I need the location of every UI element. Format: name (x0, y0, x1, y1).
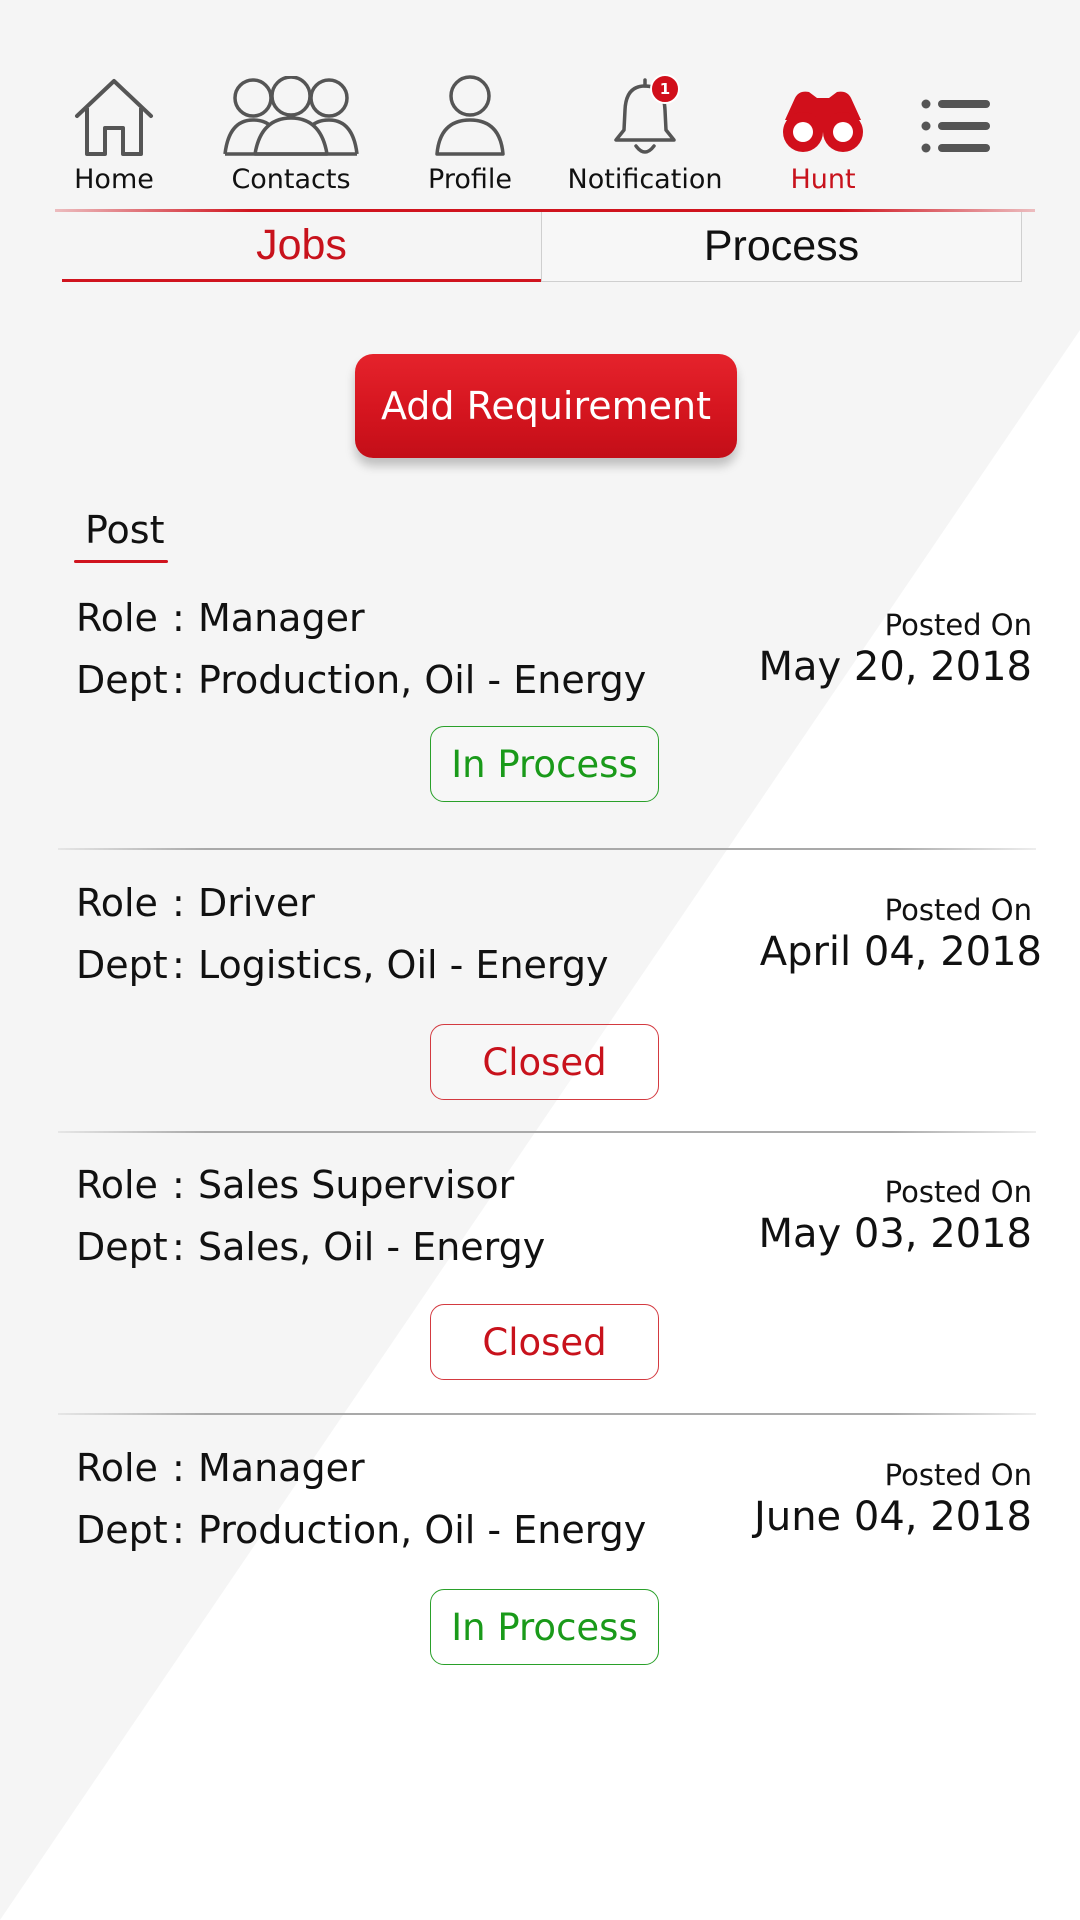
job-role: Driver (198, 881, 315, 925)
posted-date: June 04, 2018 (754, 1494, 1032, 1540)
dept-label: Dept (76, 943, 168, 987)
role-label: Role (76, 1446, 158, 1490)
job-dept: Logistics, Oil - Energy (198, 943, 609, 987)
nav-label-contacts: Contacts (231, 164, 351, 195)
posted-on: Posted On May 20, 2018 (758, 608, 1032, 690)
job-role: Manager (198, 1446, 365, 1490)
status-badge[interactable]: In Process (430, 1589, 659, 1665)
job-dept: Sales, Oil - Energy (198, 1225, 546, 1269)
job-dept-line: Dept: Production, Oil - Energy (76, 658, 646, 702)
separator: : (172, 1446, 185, 1490)
role-label: Role (76, 596, 158, 640)
job-card[interactable]: Role: Manager Dept: Production, Oil - Ener… (0, 1446, 1080, 1731)
separator: : (172, 1225, 185, 1269)
posted-on-label: Posted On (884, 1458, 1032, 1492)
home-icon (71, 68, 157, 158)
divider (58, 1131, 1036, 1133)
separator: : (172, 1163, 185, 1207)
status-badge[interactable]: In Process (430, 726, 659, 802)
separator: : (172, 596, 185, 640)
dept-label: Dept (76, 1508, 168, 1552)
contacts-icon (221, 68, 361, 158)
binoculars-icon (781, 68, 865, 158)
nav-label-home: Home (74, 164, 154, 195)
posted-on: Posted On May 03, 2018 (758, 1175, 1032, 1257)
dept-label: Dept (76, 658, 168, 702)
job-dept-line: Dept: Production, Oil - Energy (76, 1508, 646, 1552)
nav-label-hunt: Hunt (790, 164, 856, 195)
posted-on-label: Posted On (884, 608, 1032, 642)
tab-process[interactable]: Process (541, 212, 1022, 282)
menu-icon[interactable] (920, 96, 992, 158)
job-dept-line: Dept: Sales, Oil - Energy (76, 1225, 545, 1269)
separator: : (172, 658, 185, 702)
divider (58, 848, 1036, 850)
role-label: Role (76, 881, 158, 925)
status-badge[interactable]: Closed (430, 1304, 659, 1380)
job-role-line: Role: Manager (76, 1446, 365, 1490)
tab-jobs[interactable]: Jobs (62, 212, 541, 282)
job-card[interactable]: Role: Sales Supervisor Dept: Sales, Oil - … (0, 1163, 1080, 1448)
posted-date: April 04, 2018 (759, 929, 1042, 975)
nav-notification[interactable]: 1 Notification (560, 68, 730, 198)
job-card[interactable]: Role: Manager Dept: Production, Oil - Ener… (0, 596, 1080, 881)
tab-bar: Jobs Process (62, 212, 1022, 282)
profile-icon (432, 68, 508, 158)
job-dept: Production, Oil - Energy (198, 1508, 647, 1552)
separator: : (172, 1508, 185, 1552)
job-role: Sales Supervisor (198, 1163, 515, 1207)
notification-badge: 1 (650, 74, 680, 104)
posted-on: Posted On April 04, 2018 (760, 893, 1042, 975)
separator: : (172, 881, 185, 925)
section-title-post: Post (85, 508, 165, 552)
nav-home[interactable]: Home (29, 68, 199, 198)
job-role-line: Role: Driver (76, 881, 315, 925)
status-badge[interactable]: Closed (430, 1024, 659, 1100)
nav-label-notification: Notification (567, 164, 723, 195)
nav-hunt[interactable]: Hunt (738, 68, 908, 198)
job-card[interactable]: Role: Driver Dept: Logistics, Oil - Energy… (0, 881, 1080, 1166)
nav-contacts[interactable]: Contacts (206, 68, 376, 198)
posted-on-label: Posted On (884, 893, 1032, 927)
separator: : (172, 943, 185, 987)
posted-date: May 03, 2018 (758, 1211, 1032, 1257)
role-label: Role (76, 1163, 158, 1207)
job-dept: Production, Oil - Energy (198, 658, 647, 702)
dept-label: Dept (76, 1225, 168, 1269)
add-requirement-button[interactable]: Add Requirement (355, 354, 737, 458)
nav-profile[interactable]: Profile (385, 68, 555, 198)
posted-date: May 20, 2018 (758, 644, 1032, 690)
posted-on: Posted On June 04, 2018 (754, 1458, 1032, 1540)
job-dept-line: Dept: Logistics, Oil - Energy (76, 943, 608, 987)
nav-label-profile: Profile (428, 164, 512, 195)
divider (58, 1413, 1036, 1415)
job-role-line: Role: Sales Supervisor (76, 1163, 514, 1207)
section-title-underline (74, 560, 168, 563)
job-role-line: Role: Manager (76, 596, 365, 640)
posted-on-label: Posted On (884, 1175, 1032, 1209)
job-role: Manager (198, 596, 365, 640)
